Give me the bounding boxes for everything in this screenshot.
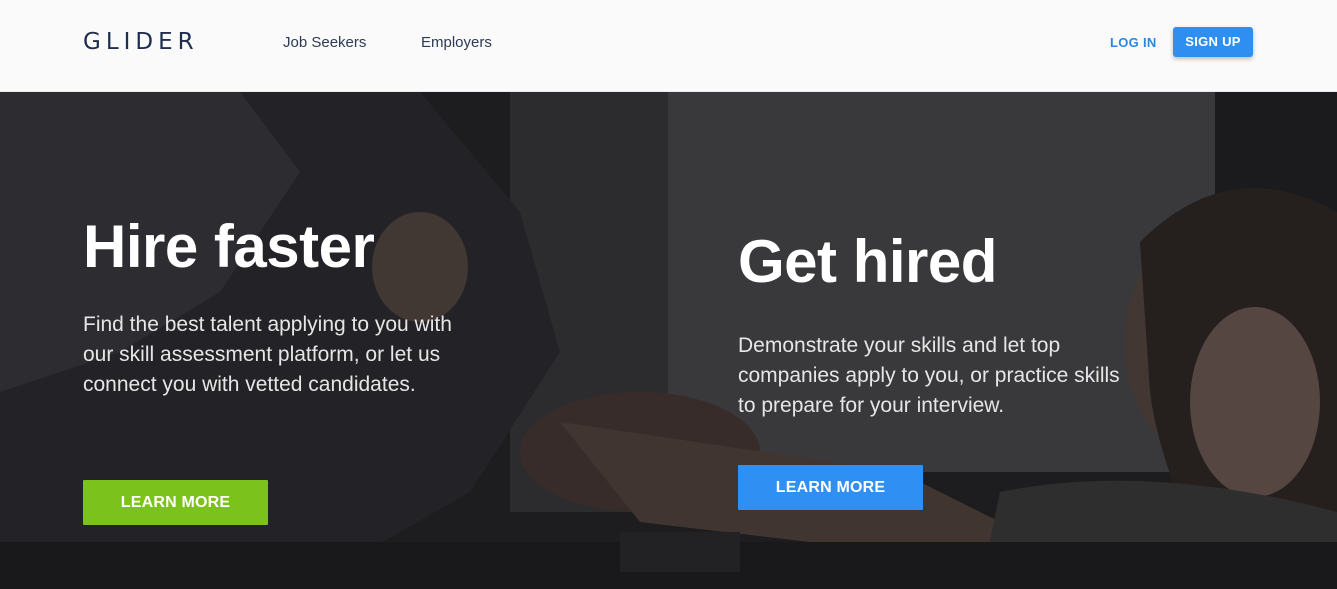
job-seekers-learn-more-button[interactable]: LEARN MORE (738, 465, 923, 510)
glider-logo[interactable]: GLIDER (83, 29, 199, 55)
sign-up-button[interactable]: SIGN UP (1173, 27, 1253, 57)
employers-hero-column: Hire faster Find the best talent applyin… (83, 214, 483, 400)
employers-learn-more-button[interactable]: LEARN MORE (83, 480, 268, 525)
employers-description: Find the best talent applying to you wit… (83, 313, 452, 396)
job-seekers-description: Demonstrate your skills and let top comp… (738, 334, 1120, 417)
hire-faster-heading: Hire faster (83, 213, 375, 280)
top-navigation-bar: GLIDER Job Seekers Employers LOG IN SIGN… (0, 0, 1337, 92)
get-hired-heading: Get hired (738, 228, 997, 295)
hero-section: Hire faster Find the best talent applyin… (0, 92, 1337, 589)
log-in-link[interactable]: LOG IN (1110, 35, 1157, 50)
nav-link-employers[interactable]: Employers (421, 34, 492, 51)
nav-link-job-seekers[interactable]: Job Seekers (283, 34, 366, 51)
job-seekers-hero-column: Get hired Demonstrate your skills and le… (738, 229, 1138, 421)
